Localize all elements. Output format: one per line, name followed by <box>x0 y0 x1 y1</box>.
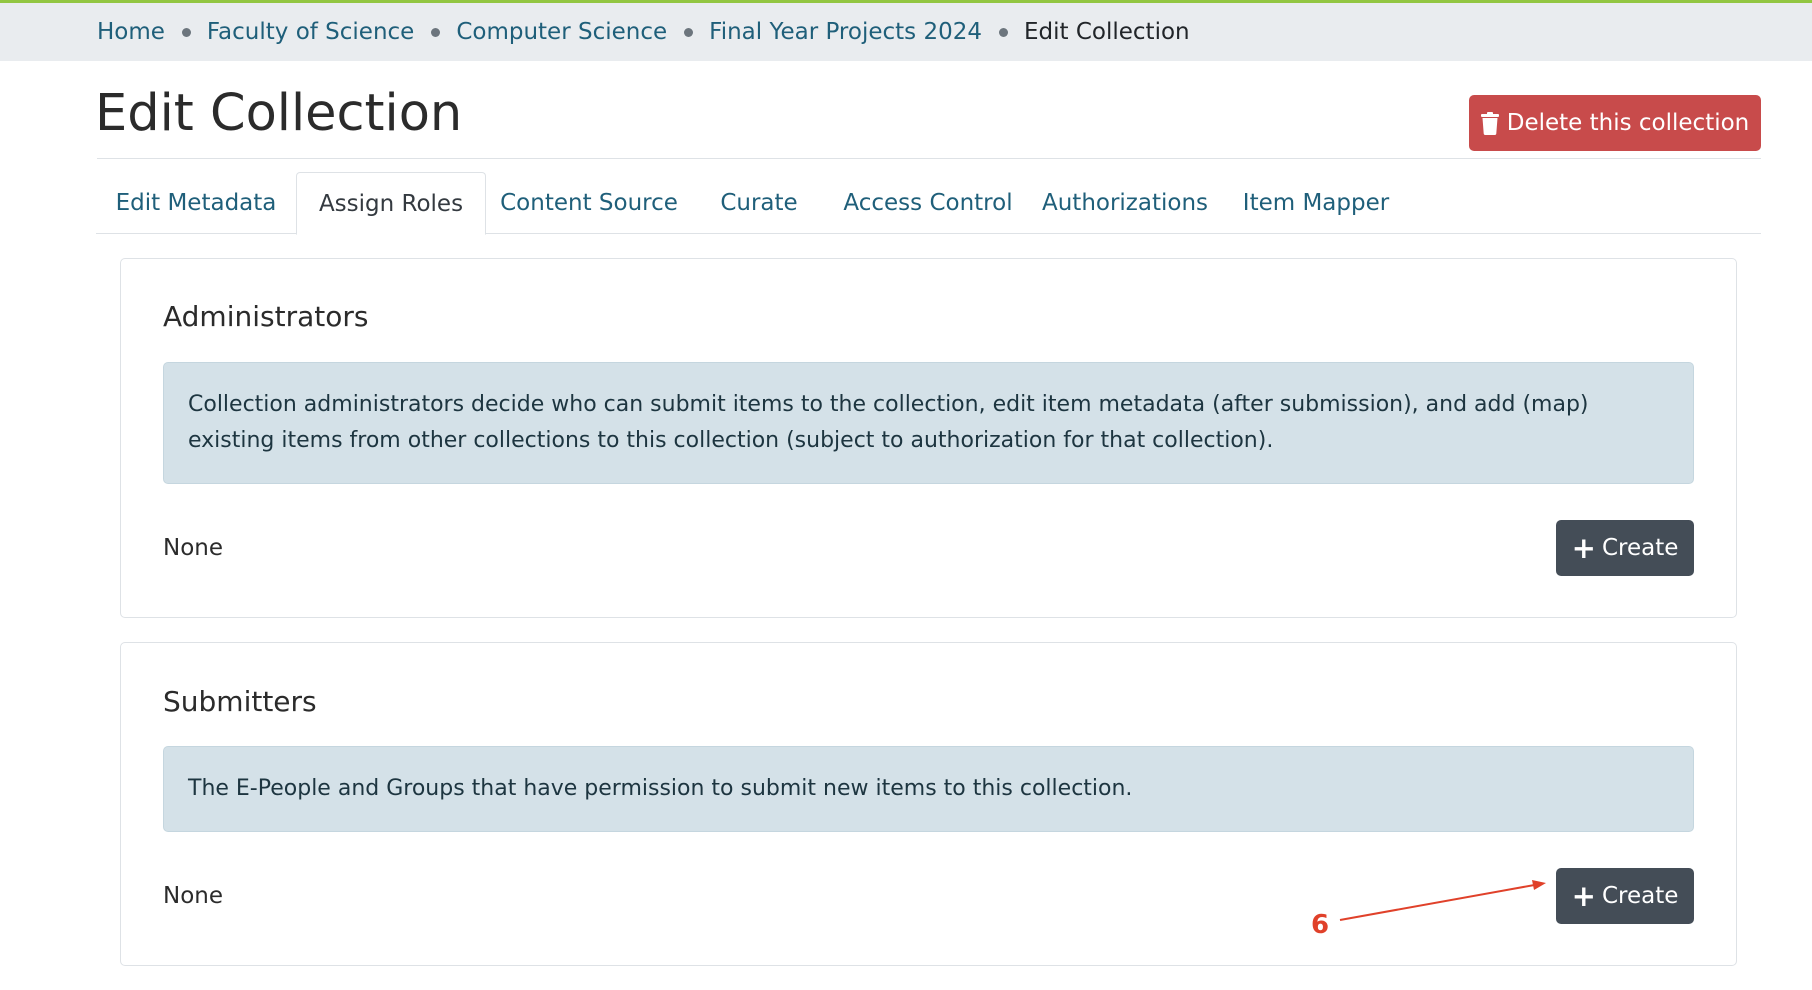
create-administrators-button[interactable]: + Create <box>1556 520 1694 576</box>
plus-icon: + <box>1571 530 1596 565</box>
create-submitters-button[interactable]: + Create <box>1556 868 1694 924</box>
delete-collection-button[interactable]: Delete this collection <box>1469 95 1761 151</box>
page-title: Edit Collection <box>95 84 463 143</box>
plus-icon: + <box>1571 878 1596 913</box>
annotation-arrow-icon <box>1339 880 1546 921</box>
title-divider <box>97 158 1761 159</box>
breadcrumb-separator <box>181 27 191 37</box>
breadcrumb-separator <box>431 27 441 37</box>
create-label: Create <box>1601 883 1679 909</box>
breadcrumb-faculty[interactable]: Faculty of Science <box>207 19 414 45</box>
administrators-description: Collection administrators decide who can… <box>188 392 1589 453</box>
tab-assign-roles[interactable]: Assign Roles <box>296 172 486 235</box>
tab-content-source[interactable]: Content Source <box>489 172 689 234</box>
breadcrumb-home[interactable]: Home <box>97 19 165 45</box>
breadcrumb-separator <box>684 27 694 37</box>
administrators-members: None <box>163 535 224 561</box>
annotation-number: 6 <box>1311 910 1330 940</box>
breadcrumb-current: Edit Collection <box>1024 19 1190 45</box>
tab-edit-metadata[interactable]: Edit Metadata <box>96 172 296 234</box>
submitters-title: Submitters <box>163 685 317 718</box>
administrators-info: Collection administrators decide who can… <box>163 362 1694 484</box>
submitters-members: None <box>163 883 224 909</box>
delete-collection-label: Delete this collection <box>1506 110 1750 136</box>
breadcrumb-separator <box>999 27 1008 37</box>
breadcrumb: Home Faculty of Science Computer Science… <box>97 3 1190 61</box>
submitters-info: The E-People and Groups that have permis… <box>163 746 1694 832</box>
create-label: Create <box>1601 535 1679 561</box>
trash-icon <box>1480 111 1499 135</box>
breadcrumb-collection[interactable]: Final Year Projects 2024 <box>709 19 982 45</box>
breadcrumb-bar: Home Faculty of Science Computer Science… <box>0 3 1812 61</box>
tab-access-control[interactable]: Access Control <box>833 172 1023 234</box>
tab-curate[interactable]: Curate <box>696 172 822 234</box>
tab-item-mapper[interactable]: Item Mapper <box>1226 172 1406 234</box>
administrators-card: Administrators Collection administrators… <box>120 258 1737 618</box>
tab-bar: Edit Metadata Assign Roles Content Sourc… <box>96 172 1761 235</box>
tab-authorizations[interactable]: Authorizations <box>1035 172 1215 234</box>
breadcrumb-department[interactable]: Computer Science <box>456 19 667 45</box>
submitters-description: The E-People and Groups that have permis… <box>188 776 1133 801</box>
administrators-title: Administrators <box>163 300 369 333</box>
